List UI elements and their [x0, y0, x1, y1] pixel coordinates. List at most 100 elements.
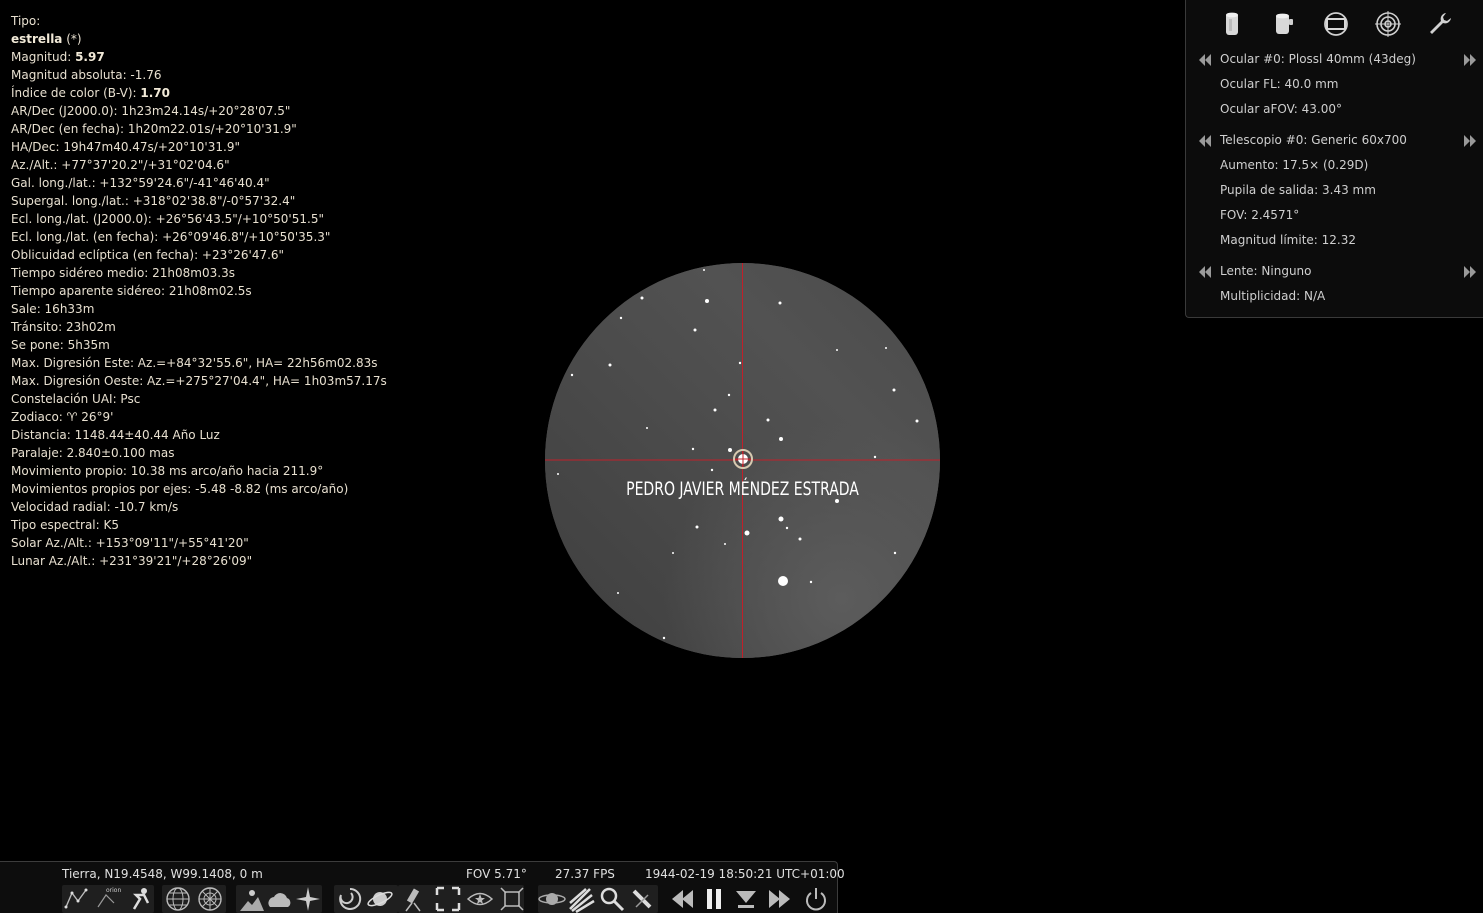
wrench-icon[interactable]: [1426, 10, 1454, 38]
info-line: Constelación UAI: Psc: [11, 392, 141, 406]
star[interactable]: [619, 316, 623, 320]
info-line: Tiempo sidéreo medio: 21h08m03.3s: [11, 266, 235, 280]
star[interactable]: [617, 592, 619, 594]
star[interactable]: [809, 580, 813, 584]
star[interactable]: [695, 525, 699, 529]
ocular-fov: FOV: 2.4571°: [1220, 208, 1300, 222]
star[interactable]: [738, 361, 742, 365]
mount-mode-icon[interactable]: [400, 885, 428, 913]
star[interactable]: [662, 636, 666, 640]
star[interactable]: [691, 447, 695, 451]
previous-telescope-icon[interactable]: [1199, 135, 1213, 147]
previous-lens-icon[interactable]: [1199, 266, 1213, 278]
meteor-showers-icon[interactable]: [568, 885, 596, 913]
info-line: Magnitud absoluta: -1.76: [11, 68, 162, 82]
info-color-index-label: Índice de color (B-V):: [11, 86, 137, 100]
constellation-lines-icon[interactable]: [62, 885, 90, 913]
star[interactable]: [785, 526, 789, 530]
magnification-row: Aumento: 17.5× (0.29D): [1186, 156, 1483, 176]
star[interactable]: [744, 530, 750, 536]
quit-icon[interactable]: [802, 885, 830, 913]
constellation-art-icon[interactable]: [126, 885, 154, 913]
info-line: Tiempo aparente sidéreo: 21h08m02.5s: [11, 284, 252, 298]
next-ocular-icon[interactable]: [1462, 54, 1476, 66]
star[interactable]: [728, 448, 732, 452]
fov-row: FOV: 2.4571°: [1186, 206, 1483, 226]
star[interactable]: [893, 551, 897, 555]
nebulae-icon[interactable]: [336, 885, 364, 913]
eyepiece-icon[interactable]: [1218, 10, 1246, 38]
cardinal-points-icon[interactable]: [294, 885, 322, 913]
star[interactable]: [873, 455, 877, 459]
limiting-magnitude-row: Magnitud límite: 12.32: [1186, 231, 1483, 251]
star[interactable]: [640, 296, 644, 300]
magnification: Aumento: 17.5× (0.29D): [1220, 158, 1369, 172]
star[interactable]: [693, 328, 697, 332]
info-line: Tránsito: 23h02m: [11, 320, 116, 334]
telescope-icon[interactable]: [1270, 10, 1298, 38]
star[interactable]: [885, 347, 887, 349]
star[interactable]: [778, 301, 782, 305]
info-line: Lunar Az./Alt.: +231°39'21"/+28°26'09": [11, 554, 253, 568]
star[interactable]: [892, 388, 896, 392]
star[interactable]: [713, 408, 717, 412]
star[interactable]: [778, 576, 788, 586]
location-status[interactable]: Tierra, N19.4548, W99.1408, 0 m: [62, 867, 263, 881]
star[interactable]: [836, 349, 838, 351]
star[interactable]: [724, 543, 726, 545]
next-telescope-icon[interactable]: [1462, 135, 1476, 147]
star[interactable]: [570, 373, 574, 377]
star[interactable]: [710, 468, 714, 472]
azimuthal-grid-icon[interactable]: [196, 885, 224, 913]
search-icon[interactable]: [598, 885, 626, 913]
star[interactable]: [646, 427, 648, 429]
previous-ocular-icon[interactable]: [1199, 54, 1213, 66]
satellites-icon[interactable]: [538, 885, 566, 913]
star[interactable]: [727, 393, 731, 397]
star[interactable]: [779, 437, 783, 441]
ocular-afov: Ocular aFOV: 43.00°: [1220, 102, 1343, 116]
next-lens-icon[interactable]: [1462, 266, 1476, 278]
info-type-value: estrella: [11, 32, 63, 46]
star[interactable]: [778, 516, 784, 522]
sensor-frame-icon[interactable]: [1322, 10, 1350, 38]
star[interactable]: [557, 473, 559, 475]
fov-status: FOV 5.71°: [466, 867, 527, 881]
oculars-panel: Ocular #0: Plossl 40mm (43deg) Ocular FL…: [1185, 0, 1483, 318]
telescope-eyepiece-view[interactable]: [545, 263, 940, 658]
eye-icon[interactable]: [466, 885, 494, 913]
star[interactable]: [766, 418, 770, 422]
atmosphere-icon[interactable]: [266, 885, 294, 913]
selected-star-marker[interactable]: [733, 449, 753, 469]
star[interactable]: [705, 299, 709, 303]
increase-speed-icon[interactable]: [764, 885, 792, 913]
constellation-labels-icon[interactable]: orion: [94, 885, 122, 913]
star[interactable]: [798, 537, 802, 541]
star[interactable]: [608, 363, 612, 367]
decrease-speed-icon[interactable]: [670, 885, 698, 913]
info-type-label: Tipo:: [11, 14, 41, 28]
info-magnitude-row: Magnitud: 5.97: [11, 48, 387, 66]
ground-icon[interactable]: [238, 885, 266, 913]
center-selected-icon[interactable]: [434, 885, 462, 913]
star[interactable]: [915, 419, 919, 423]
star[interactable]: [672, 552, 674, 554]
telescope-control-icon[interactable]: [628, 885, 656, 913]
telescope-selector: Telescopio #0: Generic 60x700: [1186, 131, 1483, 151]
info-line: Movimiento propio: 10.38 ms arco/año hac…: [11, 464, 324, 478]
info-line: HA/Dec: 19h47m40.47s/+20°10'31.9": [11, 140, 240, 154]
equatorial-grid-icon[interactable]: [164, 885, 192, 913]
info-line: Ecl. long./lat. (J2000.0): +26°56'43.5"/…: [11, 212, 324, 226]
star[interactable]: [703, 269, 705, 271]
current-time-icon[interactable]: [732, 885, 760, 913]
ocular-selector: Ocular #0: Plossl 40mm (43deg): [1186, 50, 1483, 70]
target-icon[interactable]: [1374, 10, 1402, 38]
pause-icon[interactable]: [700, 885, 728, 913]
datetime-status[interactable]: 1944-02-19 18:50:21 UTC+01:00: [645, 867, 845, 881]
planets-icon[interactable]: [366, 885, 394, 913]
bottom-toolbar: Tierra, N19.4548, W99.1408, 0 m FOV 5.71…: [0, 861, 845, 913]
info-line: Ecl. long./lat. (en fecha): +26°09'46.8"…: [11, 230, 331, 244]
fullscreen-icon[interactable]: [498, 885, 526, 913]
info-color-index-value: 1.70: [140, 86, 170, 100]
limiting-magnitude: Magnitud límite: 12.32: [1220, 233, 1356, 247]
